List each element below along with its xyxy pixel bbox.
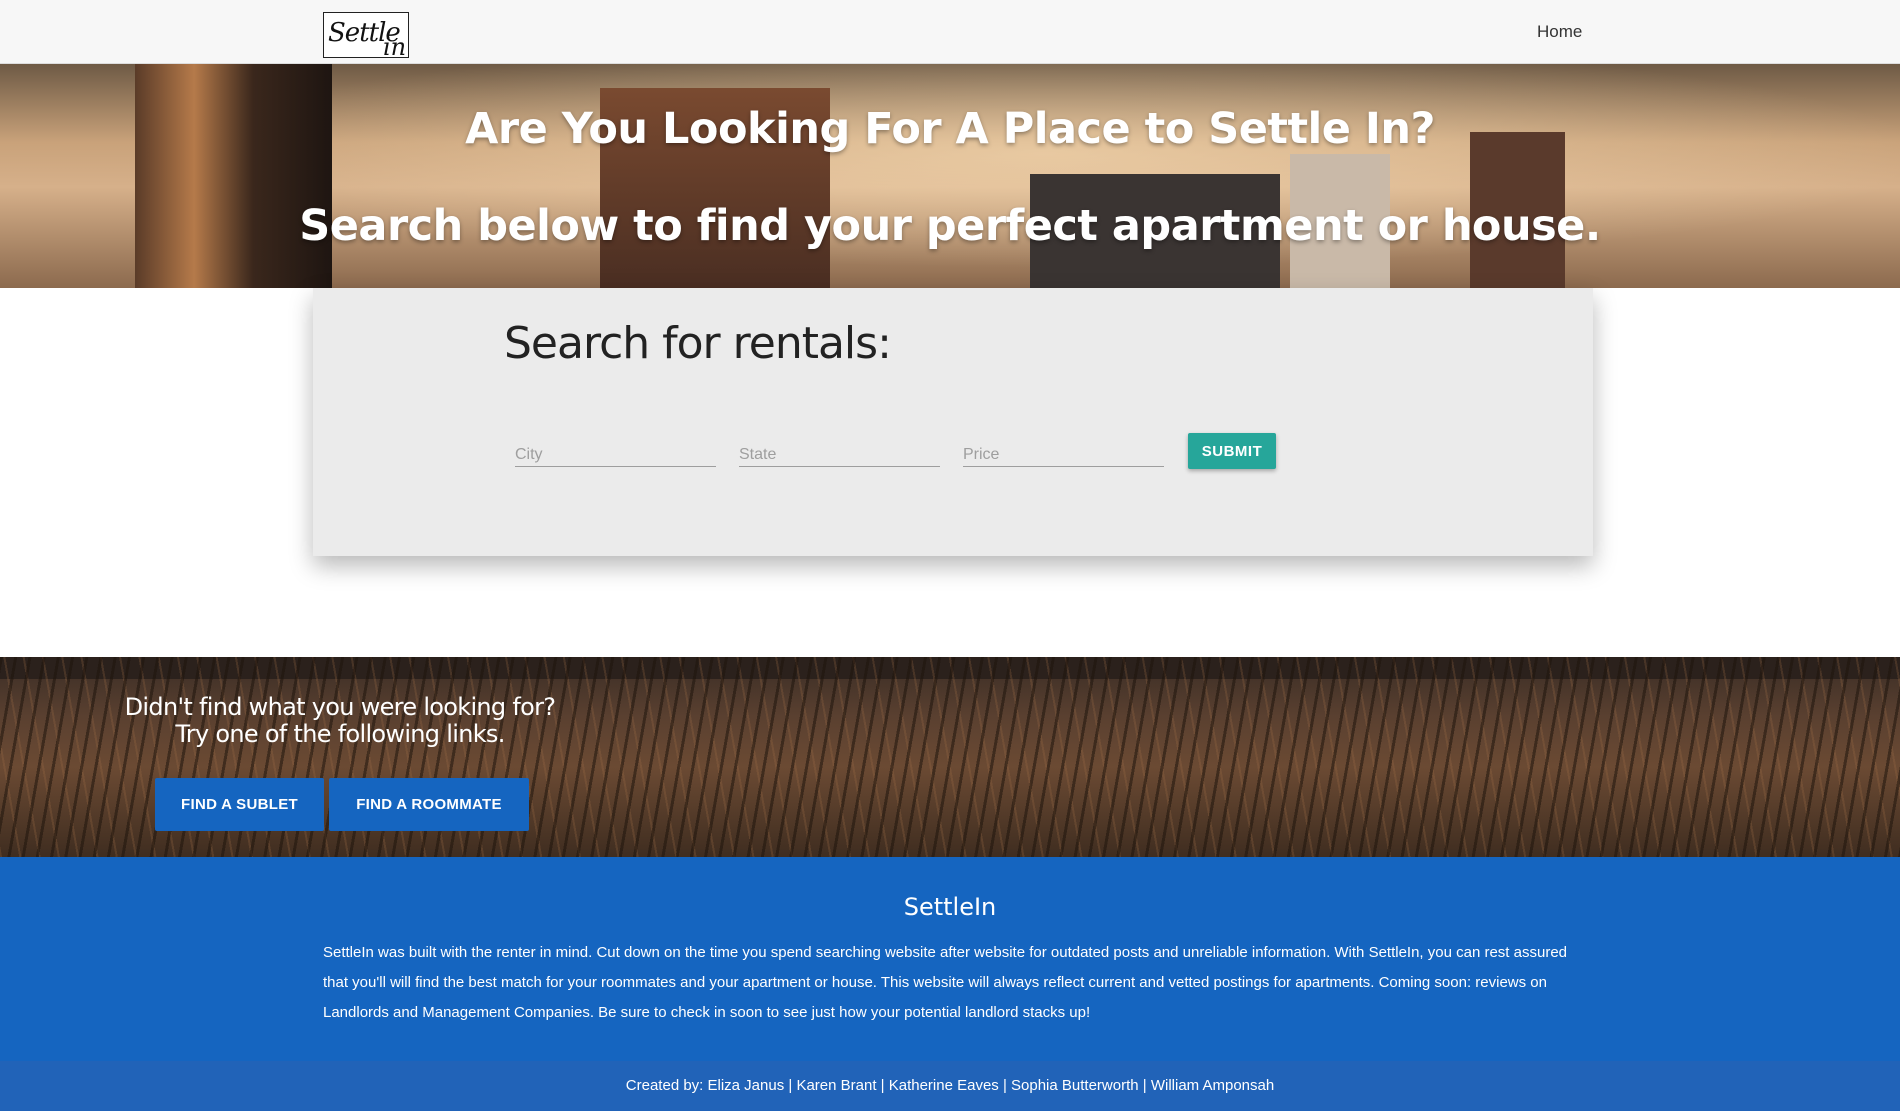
top-navbar: Settle in Home bbox=[0, 0, 1900, 64]
find-sublet-button[interactable]: FIND A SUBLET bbox=[155, 778, 324, 831]
footer-title: SettleIn bbox=[903, 893, 997, 921]
search-heading: Search for rentals: bbox=[504, 318, 892, 369]
price-input[interactable] bbox=[963, 443, 1164, 467]
links-prompt-text: Didn't find what you were looking for? T… bbox=[124, 693, 556, 748]
state-input[interactable] bbox=[739, 443, 940, 467]
find-roommate-button[interactable]: FIND A ROOMMATE bbox=[329, 778, 529, 831]
submit-button[interactable]: SUBMIT bbox=[1188, 433, 1276, 469]
city-input[interactable] bbox=[515, 443, 716, 467]
credits-bar: Created by: Eliza Janus | Karen Brant | … bbox=[0, 1061, 1900, 1111]
footer-description: SettleIn was built with the renter in mi… bbox=[323, 944, 1568, 1021]
links-banner: Didn't find what you were looking for? T… bbox=[0, 657, 1900, 857]
tower-building bbox=[135, 64, 332, 288]
hero-banner: Are You Looking For A Place to Settle In… bbox=[0, 64, 1900, 288]
settlein-logo[interactable]: Settle in bbox=[323, 12, 409, 61]
hero-subtitle: Search below to find your perfect apartm… bbox=[299, 201, 1601, 251]
logo-text-sub: in bbox=[383, 33, 407, 61]
nav-home-link[interactable]: Home bbox=[1537, 22, 1582, 42]
search-card: Search for rentals: SUBMIT bbox=[313, 288, 1593, 556]
hero-title: Are You Looking For A Place to Settle In… bbox=[465, 104, 1435, 154]
about-footer: SettleIn SettleIn was built with the ren… bbox=[0, 857, 1900, 1061]
